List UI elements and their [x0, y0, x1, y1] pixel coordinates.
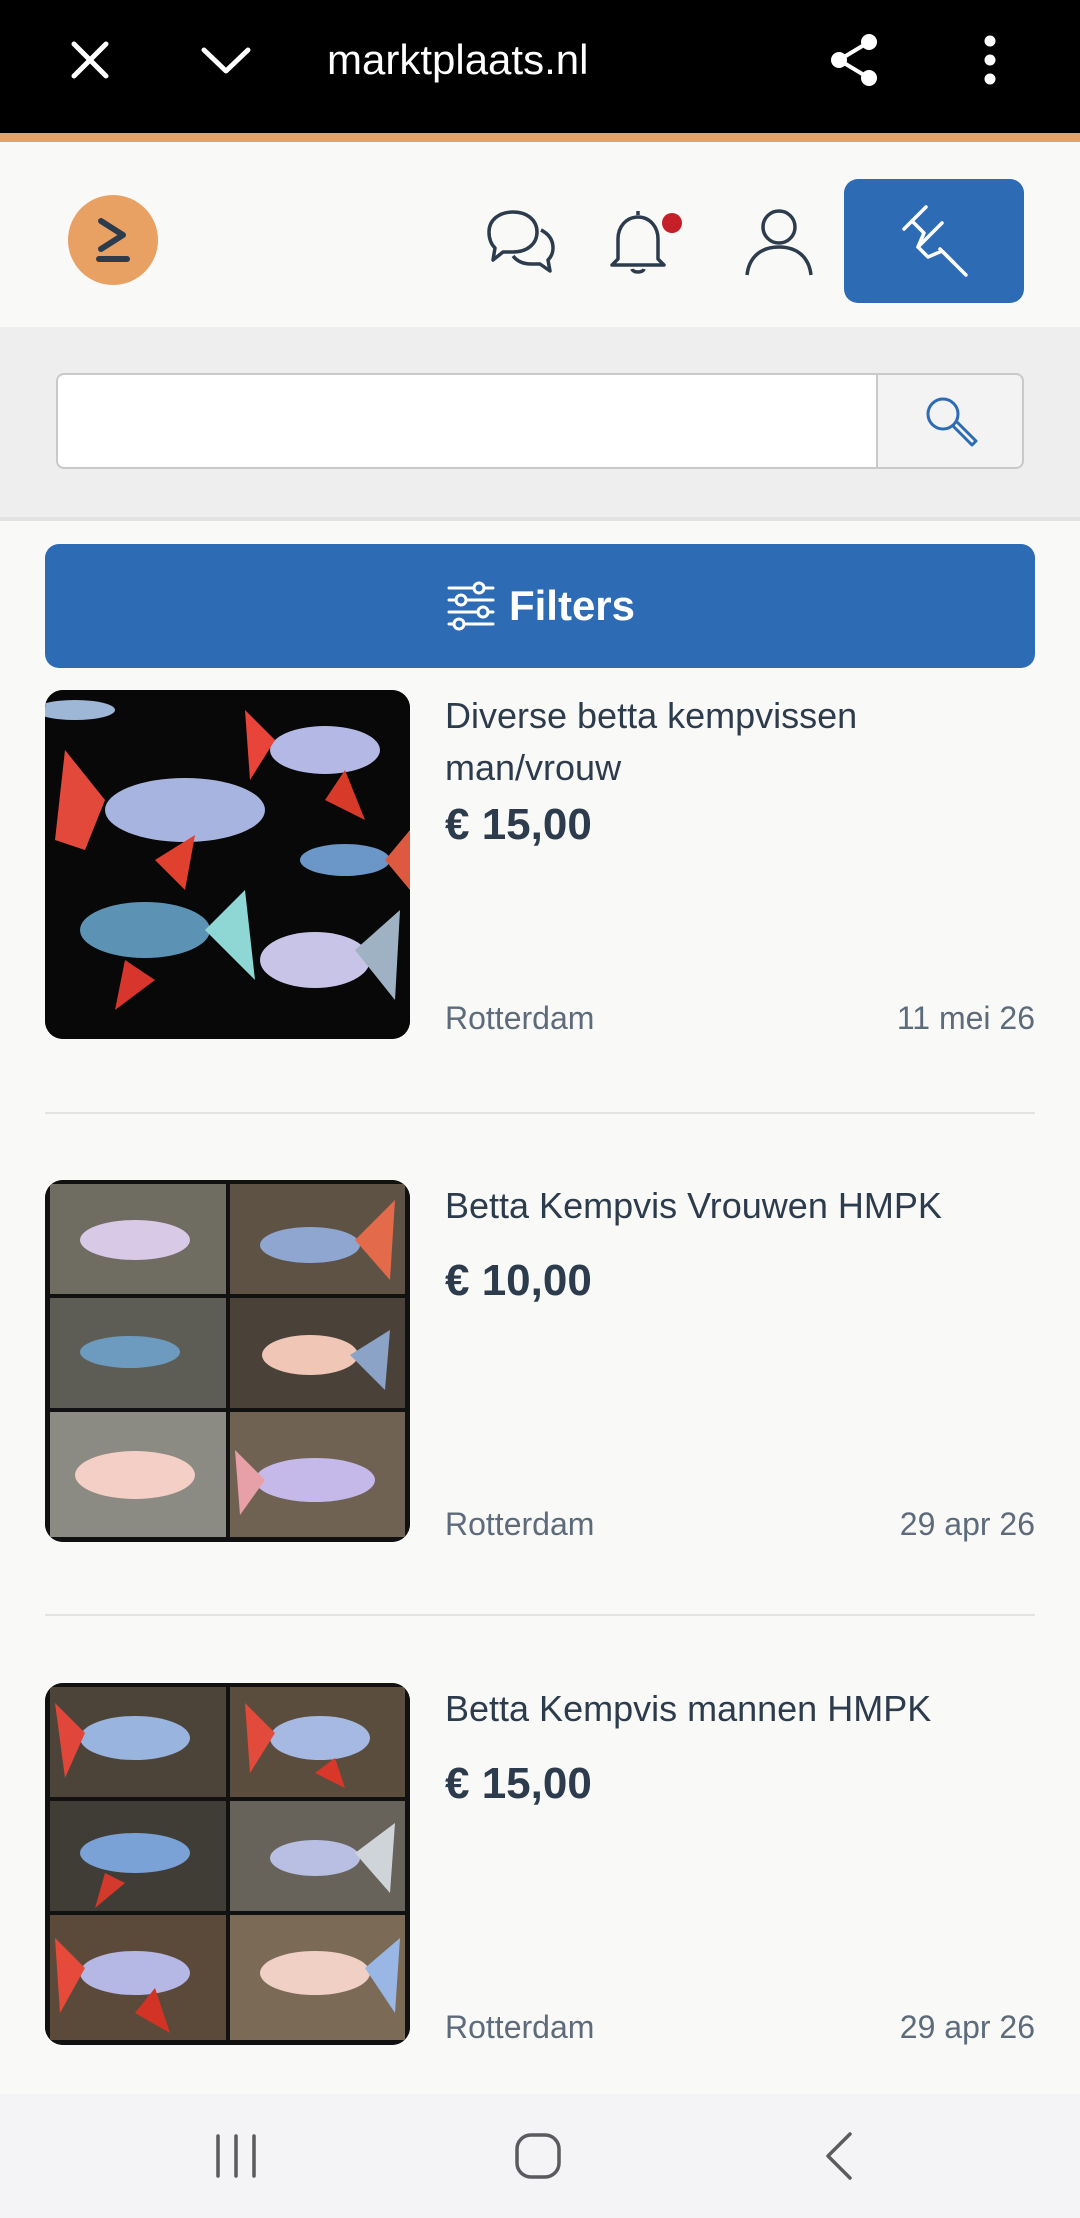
- listing-title[interactable]: Diverse betta kempvissen man/vrouw: [445, 690, 1035, 794]
- page-load-accent-bar: [0, 133, 1080, 142]
- listing-divider: [45, 1112, 1035, 1114]
- place-ad-button[interactable]: [844, 179, 1024, 303]
- bell-icon[interactable]: [598, 201, 678, 281]
- listing-date: 11 mei 26: [896, 1000, 1035, 1036]
- search-button[interactable]: [876, 373, 1024, 469]
- share-icon[interactable]: [823, 28, 887, 92]
- chevron-down-icon[interactable]: [194, 28, 258, 92]
- listing-date: 29 apr 26: [899, 2009, 1035, 2045]
- home-icon[interactable]: [498, 2124, 578, 2188]
- search-input[interactable]: [56, 373, 876, 469]
- app-header: [0, 151, 1080, 327]
- back-icon[interactable]: [800, 2124, 880, 2188]
- magnifier-icon: [926, 397, 978, 447]
- listing-date: 29 apr 26: [899, 1506, 1035, 1542]
- listing-photo[interactable]: [45, 1683, 410, 2045]
- notification-dot: [662, 213, 682, 233]
- fish-photo-image: [45, 1683, 410, 2045]
- more-vert-icon[interactable]: [958, 28, 1022, 92]
- fish-photo-image: [45, 1180, 410, 1542]
- listing-item[interactable]: Betta Kempvis mannen HMPK € 15,00 Rotter…: [45, 1683, 1035, 2053]
- listing-price: € 15,00: [445, 1759, 592, 1808]
- system-navigation-bar: [0, 2094, 1080, 2218]
- browser-toolbar: marktplaats.nl: [0, 0, 1080, 142]
- listing-item[interactable]: Diverse betta kempvissen man/vrouw € 15,…: [45, 690, 1035, 1060]
- listing-location: Rotterdam: [445, 1506, 595, 1542]
- search-bar: [0, 327, 1080, 521]
- listing-title[interactable]: Betta Kempvis mannen HMPK: [445, 1683, 1035, 1735]
- user-icon[interactable]: [739, 201, 819, 281]
- listing-photo[interactable]: [45, 1180, 410, 1542]
- listing-location: Rotterdam: [445, 1000, 595, 1036]
- chat-bubbles-icon[interactable]: [481, 201, 561, 281]
- filters-button[interactable]: Filters: [45, 544, 1035, 668]
- marktplaats-logo[interactable]: [68, 195, 158, 285]
- listing-photo[interactable]: [45, 690, 410, 1039]
- listing-location: Rotterdam: [445, 2009, 595, 2045]
- url-text[interactable]: marktplaats.nl: [327, 30, 588, 90]
- listing-title[interactable]: Betta Kempvis Vrouwen HMPK: [445, 1180, 1035, 1232]
- fish-photo-image: [45, 690, 410, 1039]
- listing-price: € 10,00: [445, 1256, 592, 1305]
- listing-item[interactable]: Betta Kempvis Vrouwen HMPK € 10,00 Rotte…: [45, 1180, 1035, 1550]
- listing-divider: [45, 1614, 1035, 1616]
- sliders-icon: [447, 581, 495, 631]
- pin-icon: [902, 205, 968, 277]
- recents-icon[interactable]: [196, 2124, 276, 2188]
- close-icon[interactable]: [58, 28, 122, 92]
- listing-price: € 15,00: [445, 800, 592, 849]
- filters-label: Filters: [508, 582, 636, 629]
